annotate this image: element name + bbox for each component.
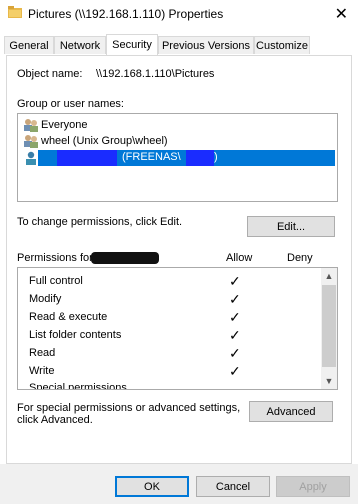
close-icon[interactable]: ✕ xyxy=(335,4,348,24)
redaction-mark xyxy=(57,150,117,166)
user-name: wheel (Unix Group\wheel) xyxy=(41,135,168,147)
user-name-suffix: ) xyxy=(214,151,218,163)
special-permissions-text: For special permissions or advanced sett… xyxy=(17,402,241,414)
allow-check-icon: ✓ xyxy=(229,327,241,343)
window-title: Pictures (\\192.168.1.110) Properties xyxy=(28,7,224,21)
redaction-mark xyxy=(91,252,159,264)
tab-general[interactable]: General xyxy=(4,36,54,54)
deny-column-header: Deny xyxy=(287,252,313,264)
permission-row: List folder contents xyxy=(29,326,121,344)
group-icon xyxy=(24,135,38,148)
allow-check-icon: ✓ xyxy=(229,309,241,325)
scroll-down-icon[interactable]: ▼ xyxy=(321,373,337,389)
allow-check-icon: ✓ xyxy=(229,291,241,307)
cancel-button[interactable]: Cancel xyxy=(196,476,270,497)
permission-row: Modify xyxy=(29,290,61,308)
group-names-label: Group or user names: xyxy=(17,98,124,110)
permission-row: Read & execute xyxy=(29,308,107,326)
user-name: (FREENAS\ xyxy=(122,151,181,163)
special-permissions-text-2: click Advanced. xyxy=(17,414,93,426)
allow-check-icon: ✓ xyxy=(229,345,241,361)
user-list[interactable]: Everyone wheel (Unix Group\wheel) (FREEN… xyxy=(17,113,338,202)
tab-previous-versions[interactable]: Previous Versions xyxy=(158,36,254,54)
redaction-mark xyxy=(186,150,214,166)
object-name-value: \\192.168.1.110\Pictures xyxy=(96,68,215,80)
object-name-label: Object name: xyxy=(17,68,83,80)
permission-row: Full control xyxy=(29,272,83,290)
allow-column-header: Allow xyxy=(226,252,253,264)
permission-row: Special permissions xyxy=(29,379,127,390)
permission-name: Write xyxy=(29,365,55,377)
apply-button[interactable]: Apply xyxy=(276,476,350,497)
folder-icon xyxy=(8,6,22,18)
permissions-list[interactable]: Full control ✓ Modify ✓ Read & execute ✓… xyxy=(17,267,338,390)
title-bar: Pictures (\\192.168.1.110) Properties ✕ xyxy=(0,0,358,28)
permission-name: Full control xyxy=(29,275,83,287)
tab-security[interactable]: Security xyxy=(106,34,158,55)
allow-check-icon: ✓ xyxy=(229,273,241,289)
allow-check-icon: ✓ xyxy=(229,363,241,379)
ok-button[interactable]: OK xyxy=(115,476,189,497)
permission-name: Read & execute xyxy=(29,311,108,323)
permission-name: Read xyxy=(29,347,56,359)
permission-name: Special permissions xyxy=(29,382,127,390)
permission-name: List folder contents xyxy=(29,329,122,341)
scroll-thumb[interactable] xyxy=(322,285,336,367)
permissions-for-label: Permissions for xyxy=(17,252,93,264)
permissions-scrollbar[interactable]: ▲ ▼ xyxy=(321,268,337,389)
user-name: Everyone xyxy=(41,119,88,131)
change-permissions-text: To change permissions, click Edit. xyxy=(17,216,183,228)
user-icon xyxy=(26,151,36,165)
permission-row: Read xyxy=(29,344,55,362)
advanced-button[interactable]: Advanced xyxy=(249,401,333,422)
tab-network[interactable]: Network xyxy=(54,36,106,54)
permission-name: Modify xyxy=(29,293,62,305)
scroll-up-icon[interactable]: ▲ xyxy=(321,268,337,284)
edit-button[interactable]: Edit... xyxy=(247,216,335,237)
group-icon xyxy=(24,119,38,132)
tab-customize[interactable]: Customize xyxy=(254,36,310,54)
permission-row: Write xyxy=(29,362,54,380)
